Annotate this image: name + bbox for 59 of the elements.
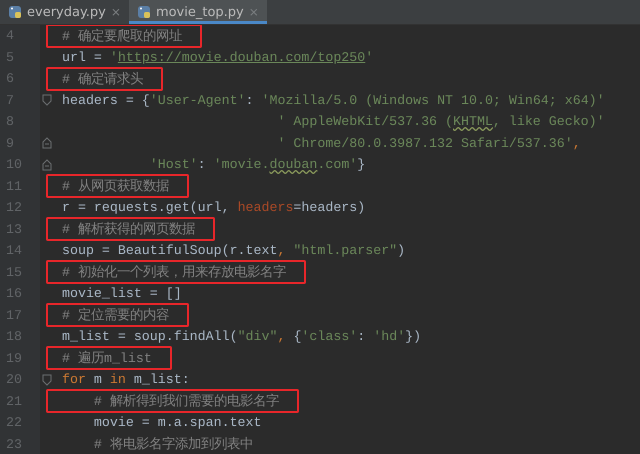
code-token: douban [269,157,318,172]
code-token: m_list: [132,372,190,388]
code-token: 'class' [301,329,358,344]
code-token: }) [405,329,422,344]
code-comment: # 解析得到我们需要的电影名字 [92,392,279,410]
code-token: { [293,329,302,344]
code-token: 'Mozilla/5.0 (Windows NT 10.0; Win64; x64)' [262,92,605,108]
code-token: movie = m.a.span.text [92,415,262,430]
url-link[interactable]: https://movie.douban.com/top250 [118,50,366,65]
code-token: for [62,372,86,388]
code-token: KHTML [453,114,493,130]
code-token: 'movie. [214,157,270,172]
code-token: headers = { [62,92,150,108]
code-token: m [92,372,103,388]
python-file-icon [8,5,22,19]
code-token: url = [62,50,103,65]
editor-tab[interactable]: movie_top.py × [128,0,267,24]
editor-tab[interactable]: everyday.py × [0,0,129,24]
code-token: 'hd' [373,329,406,344]
code-token: 'Host' [148,157,198,172]
fold-icon[interactable] [42,158,52,171]
code-token: in [110,372,126,388]
code-comment: # 定位需要的内容 [62,306,169,324]
code-token: } [357,157,366,172]
code-comment: # 遍历m_list [62,350,152,368]
code-token: m_list = soup.findAll( [62,329,238,344]
code-token: .com' [317,157,358,172]
code-token: ' AppleWebKit/537.36 ( [276,114,453,130]
code-token: 'User-Agent' [150,92,246,108]
code-token: , [277,329,286,344]
code-comment: # 确定请求头 [62,70,143,88]
close-tab-button[interactable]: × [248,5,259,19]
code-token: , [572,136,581,151]
code-token: ' [110,50,118,65]
code-token: "div" [238,329,278,344]
fold-icon[interactable] [42,374,52,386]
code-token: =headers) [293,200,366,216]
code-token: : [198,157,207,172]
code-token: ' Chrome/80.0.3987.132 Safari/537.36' [276,136,573,151]
python-file-icon [136,5,151,19]
close-tab-button[interactable]: × [110,5,121,19]
code-comment: # 从网页获取数据 [62,178,169,196]
code-token: : [357,329,366,344]
code-token: , like Gecko)' [492,114,605,130]
fold-icon[interactable] [42,137,52,150]
fold-icon[interactable] [42,94,52,106]
code-token: ) [397,243,406,258]
code-token: ' [365,50,374,65]
code-token: headers [238,200,294,216]
code-token: r = requests.get(url, [62,200,231,216]
code-comment: # 解析获得的网页数据 [62,220,195,238]
code-token: : [246,92,255,108]
code-token: "html.parser" [293,243,398,258]
code-comment: # 初始化一个列表，用来存放电影名字 [62,264,286,282]
code-token: movie_list = [] [62,286,182,302]
code-token: , [277,243,286,258]
code-comment: # 将电影名字添加到列表中 [92,436,253,454]
code-token: soup = BeautifulSoup(r.text [62,243,278,258]
code-comment: # 确定要爬取的网址 [62,28,182,45]
